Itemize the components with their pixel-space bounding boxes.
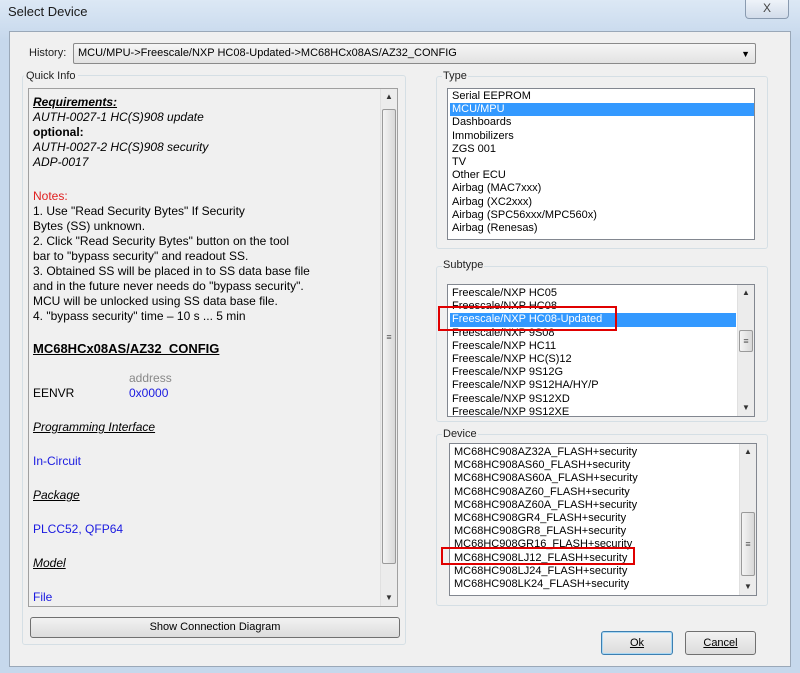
scroll-up-icon[interactable]: ▲ [381, 89, 397, 105]
note-line: and in the future never needs do "bypass… [33, 279, 304, 293]
note-line: 2. Click "Read Security Bytes" button on… [33, 234, 289, 248]
subtype-list-item[interactable]: Freescale/NXP 9S12G [450, 366, 736, 379]
quick-info-scrollbar[interactable]: ▲ ≡ ▼ [380, 89, 397, 606]
model-title: Model [33, 556, 66, 570]
note-line: 4. "bypass security" time – 10 s ... 5 m… [33, 309, 246, 323]
optional-item: ADP-0017 [33, 155, 89, 169]
device-listbox[interactable]: MC68HC908AZ32A_FLASH+security MC68HC908AS… [449, 443, 757, 596]
notes-title: Notes: [33, 189, 68, 203]
model-value: File [33, 590, 53, 604]
history-value: MCU/MPU->Freescale/NXP HC08-Updated->MC6… [78, 47, 457, 59]
scroll-down-icon[interactable]: ▼ [738, 400, 754, 416]
optional-title: optional: [33, 125, 84, 139]
type-list-item[interactable]: ZGS 001 [450, 143, 754, 156]
type-list-item[interactable]: Dashboards [450, 116, 754, 129]
history-label: History: [29, 47, 67, 59]
optional-item: AUTH-0027-2 HC(S)908 security [33, 140, 209, 154]
device-list-item[interactable]: MC68HC908AZ32A_FLASH+security [452, 446, 738, 459]
device-scrollbar[interactable]: ▲ ≡ ▼ [739, 444, 756, 595]
device-highlight-box [441, 547, 635, 565]
subtype-list-item[interactable]: Freescale/NXP 9S12HA/HY/P [450, 379, 736, 392]
device-list-item[interactable]: MC68HC908AS60_FLASH+security [452, 459, 738, 472]
config-title: MC68HCx08AS/AZ32_CONFIG [33, 341, 220, 356]
note-line: 1. Use "Read Security Bytes" If Security [33, 204, 245, 218]
note-line: 3. Obtained SS will be placed in to SS d… [33, 264, 310, 278]
ok-button[interactable]: Ok [601, 631, 673, 655]
device-list-item[interactable]: MC68HC908AZ60A_FLASH+security [452, 499, 738, 512]
chevron-down-icon: ▼ [741, 49, 750, 59]
device-label: Device [442, 428, 478, 440]
ok-label: Ok [629, 637, 645, 649]
subtype-list-item[interactable]: Freescale/NXP HC11 [450, 340, 736, 353]
package-title: Package [33, 488, 80, 502]
type-list-item[interactable]: Immobilizers [450, 130, 754, 143]
type-list-item[interactable]: Airbag (MAC7xxx) [450, 182, 754, 195]
quick-info-label: Quick Info [24, 70, 78, 82]
type-list-item[interactable]: MCU/MPU [450, 103, 754, 117]
device-list-item[interactable]: MC68HC908LJ24_FLASH+security [452, 565, 738, 578]
note-line: Bytes (SS) unknown. [33, 219, 146, 233]
close-button[interactable]: X [745, 0, 789, 19]
type-list-item[interactable]: Airbag (XC2xxx) [450, 196, 754, 209]
device-list-item[interactable]: MC68HC908GR4_FLASH+security [452, 512, 738, 525]
requirements-title: Requirements: [33, 95, 118, 109]
type-list-item[interactable]: Serial EEPROM [450, 90, 754, 103]
subtype-list-item[interactable]: Freescale/NXP 9S12XD [450, 393, 736, 406]
window-title: Select Device [8, 4, 88, 19]
type-list-item[interactable]: Other ECU [450, 169, 754, 182]
address-header: address [129, 371, 172, 385]
subtype-list-item[interactable]: Freescale/NXP HC05 [450, 287, 736, 300]
package-value: PLCC52, QFP64 [33, 522, 124, 536]
note-line: bar to "bypass security" and readout SS. [33, 249, 249, 263]
quick-info-panel: Requirements: AUTH-0027-1 HC(S)908 updat… [28, 88, 398, 607]
requirement-item: AUTH-0027-1 HC(S)908 update [33, 110, 204, 124]
device-list-item[interactable]: MC68HC908LK24_FLASH+security [452, 578, 738, 591]
scroll-down-icon[interactable]: ▼ [381, 590, 397, 606]
scroll-up-icon[interactable]: ▲ [738, 285, 754, 301]
history-combobox[interactable]: MCU/MPU->Freescale/NXP HC08-Updated->MC6… [73, 43, 756, 64]
type-list-item[interactable]: Airbag (SPC56xxx/MPC560x) [450, 209, 754, 222]
subtype-list-item[interactable]: Freescale/NXP HC(S)12 [450, 353, 736, 366]
type-label: Type [442, 70, 468, 82]
device-list-item[interactable]: MC68HC908AS60A_FLASH+security [452, 472, 738, 485]
close-icon: X [762, 1, 771, 15]
subtype-highlight-box [438, 306, 617, 331]
device-list-item[interactable]: MC68HC908AZ60_FLASH+security [452, 486, 738, 499]
note-line: MCU will be unlocked using SS data base … [33, 294, 278, 308]
subtype-scrollbar[interactable]: ▲ ≡ ▼ [737, 285, 754, 416]
cancel-button[interactable]: Cancel [685, 631, 756, 655]
subtype-list-item[interactable]: Freescale/NXP 9S12XE [450, 406, 736, 416]
programming-interface-title: Programming Interface [33, 420, 156, 434]
programming-interface-value: In-Circuit [33, 454, 82, 468]
scroll-thumb[interactable]: ≡ [739, 330, 753, 352]
subtype-label: Subtype [442, 259, 485, 271]
subtype-listbox[interactable]: Freescale/NXP HC05 Freescale/NXP HC08 Free… [447, 284, 755, 417]
device-list-item[interactable]: MC68HC908GR8_FLASH+security [452, 525, 738, 538]
register-name: EENVR [33, 386, 75, 400]
scroll-thumb[interactable]: ≡ [382, 109, 396, 564]
scroll-up-icon[interactable]: ▲ [740, 444, 756, 460]
type-list-item[interactable]: Airbag (Renesas) [450, 222, 754, 235]
type-list-item[interactable]: TV [450, 156, 754, 169]
type-listbox[interactable]: Serial EEPROM MCU/MPU Dashboards Immobilize… [447, 88, 755, 240]
scroll-down-icon[interactable]: ▼ [740, 579, 756, 595]
cancel-label: Cancel [703, 637, 738, 649]
show-connection-diagram-button[interactable]: Show Connection Diagram [30, 617, 400, 638]
scroll-thumb[interactable]: ≡ [741, 512, 755, 576]
register-address: 0x0000 [129, 386, 169, 400]
